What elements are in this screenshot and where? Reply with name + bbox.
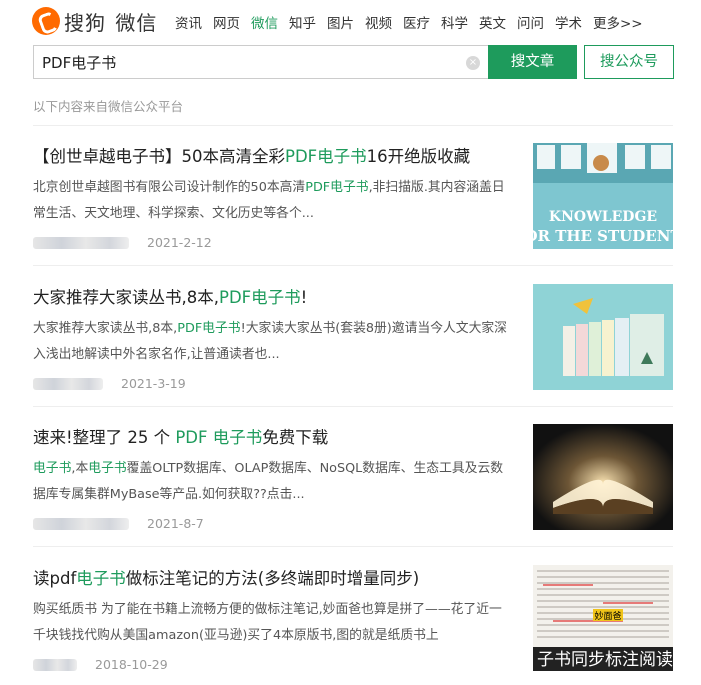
- result-meta: 2021-2-12: [33, 235, 212, 250]
- source-note: 以下内容来自微信公众平台: [33, 99, 184, 114]
- result-meta: 2018-10-29: [33, 657, 168, 672]
- result-title[interactable]: 大家推荐大家读丛书,8本,PDF电子书!: [33, 284, 513, 308]
- result-meta: 2021-8-7: [33, 516, 204, 531]
- blurred-source[interactable]: [33, 658, 77, 671]
- result-item: 【创世卓越电子书】50本高清全彩PDF电子书16开绝版收藏 北京创世卓越图书有限…: [33, 143, 673, 277]
- logo-text: 搜狗: [64, 10, 106, 35]
- nav-wechat[interactable]: 微信: [251, 12, 278, 32]
- nav-science[interactable]: 科学: [441, 12, 468, 32]
- result-item: 读pdf电子书做标注笔记的方法(多终端即时增量同步) 购买纸质书 为了能在书籍上…: [33, 565, 673, 685]
- nav-scholar[interactable]: 学术: [555, 12, 582, 32]
- sogou-s-icon: [32, 7, 60, 35]
- divider: [33, 546, 673, 547]
- result-snippet: 电子书,本电子书覆盖OLTP数据库、OLAP数据库、NoSQL数据库、生态工具及…: [33, 461, 504, 502]
- result-title[interactable]: 速来!整理了 25 个 PDF 电子书免费下载: [33, 424, 513, 448]
- nav-images[interactable]: 图片: [327, 12, 354, 32]
- divider: [33, 125, 673, 126]
- blurred-source[interactable]: [33, 236, 129, 249]
- result-title[interactable]: 【创世卓越电子书】50本高清全彩PDF电子书16开绝版收藏: [33, 143, 513, 167]
- svg-text:OR THE STUDENT: OR THE STUDENT: [533, 227, 673, 245]
- search-articles-button[interactable]: 搜文章: [488, 45, 577, 79]
- result-date: 2021-8-7: [147, 516, 204, 531]
- result-meta: 2021-3-19: [33, 376, 186, 391]
- result-title[interactable]: 读pdf电子书做标注笔记的方法(多终端即时增量同步): [33, 565, 513, 589]
- nav-more[interactable]: 更多>>: [593, 12, 643, 32]
- nav-english[interactable]: 英文: [479, 12, 506, 32]
- nav-medical[interactable]: 医疗: [403, 12, 430, 32]
- top-nav: 资讯 网页 微信 知乎 图片 视频 医疗 科学 英文 问问 学术 更多>>: [175, 12, 654, 32]
- nav-zhihu[interactable]: 知乎: [289, 12, 316, 32]
- result-snippet: 大家推荐大家读丛书,8本,PDF电子书!大家读大家丛书(套装8册)邀请当今人文大…: [33, 321, 507, 362]
- result-thumbnail[interactable]: [533, 424, 673, 530]
- sogou-logo[interactable]: 搜狗 微信: [32, 6, 157, 36]
- nav-web[interactable]: 网页: [213, 12, 240, 32]
- result-date: 2021-2-12: [147, 235, 212, 250]
- header: 搜狗 微信 资讯 网页 微信 知乎 图片 视频 医疗 科学 英文 问问 学术 更…: [0, 0, 701, 44]
- search-input[interactable]: [34, 46, 454, 78]
- result-thumbnail[interactable]: [533, 284, 673, 390]
- logo-sub: 微信: [115, 10, 158, 35]
- result-item: 大家推荐大家读丛书,8本,PDF电子书! 大家推荐大家读丛书,8本,PDF电子书…: [33, 284, 673, 418]
- search-box: ×: [33, 45, 488, 79]
- blurred-source[interactable]: [33, 377, 103, 390]
- svg-text:KNOWLEDGE: KNOWLEDGE: [549, 209, 657, 225]
- nav-news[interactable]: 资讯: [175, 12, 202, 32]
- result-item: 速来!整理了 25 个 PDF 电子书免费下载 电子书,本电子书覆盖OLTP数据…: [33, 424, 673, 558]
- thumb-badge: 妙面爸: [594, 610, 621, 622]
- nav-wenwen[interactable]: 问问: [517, 12, 544, 32]
- result-thumbnail[interactable]: KNOWLEDGE OR THE STUDENT: [533, 143, 673, 249]
- result-snippet: 购买纸质书 为了能在书籍上流畅方便的做标注笔记,妙面爸也算是拼了——花了近一千块…: [33, 602, 502, 643]
- result-date: 2021-3-19: [121, 376, 186, 391]
- blurred-source[interactable]: [33, 517, 129, 530]
- divider: [33, 265, 673, 266]
- result-date: 2018-10-29: [95, 657, 168, 672]
- result-thumbnail[interactable]: 妙面爸 子书同步标注阅读: [533, 565, 673, 671]
- nav-video[interactable]: 视频: [365, 12, 392, 32]
- divider: [33, 406, 673, 407]
- result-snippet: 北京创世卓越图书有限公司设计制作的50本高清PDF电子书,非扫描版.其内容涵盖日…: [33, 180, 505, 221]
- clear-icon[interactable]: ×: [466, 56, 480, 70]
- search-accounts-button[interactable]: 搜公众号: [584, 45, 674, 79]
- thumb-banner: 子书同步标注阅读: [537, 650, 673, 670]
